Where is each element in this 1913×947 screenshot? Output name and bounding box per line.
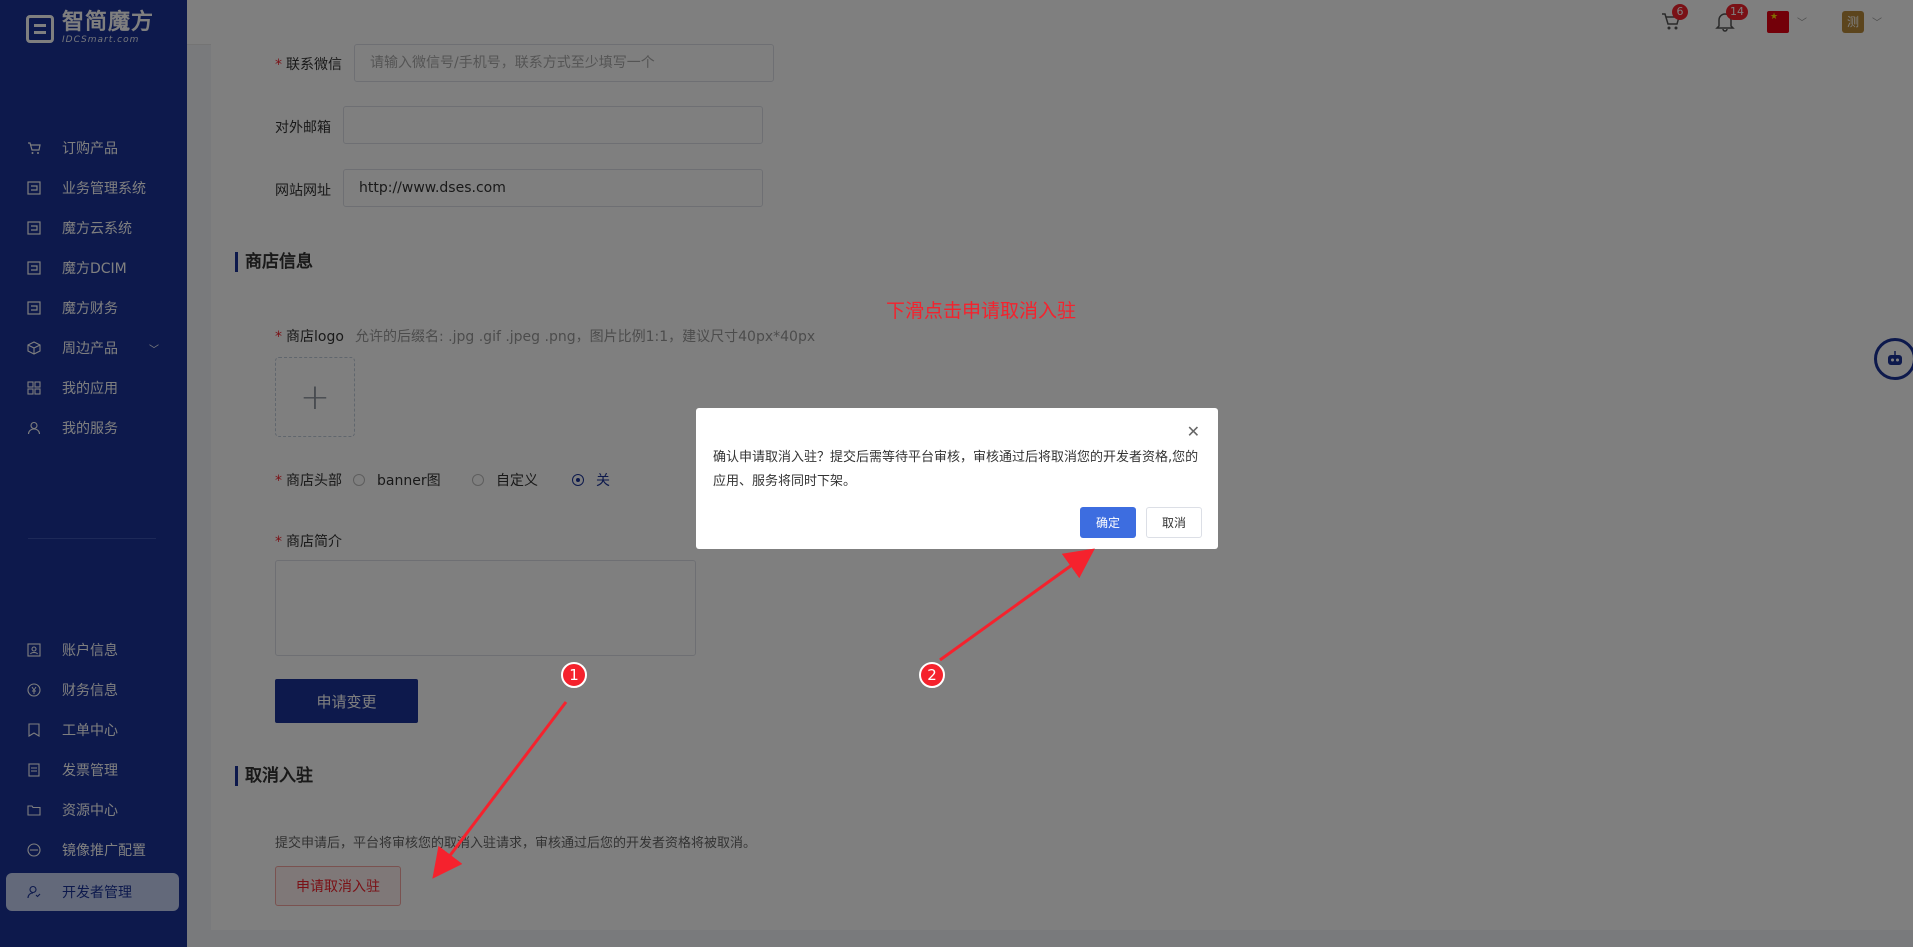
confirm-dialog: ✕ 确认申请取消入驻？提交后需等待平台审核，审核通过后将取消您的开发者资格,您的… [696, 408, 1218, 549]
confirm-message: 确认申请取消入驻？提交后需等待平台审核，审核通过后将取消您的开发者资格,您的应用… [713, 450, 1199, 489]
close-icon[interactable]: ✕ [1187, 422, 1200, 441]
annotation-note: 下滑点击申请取消入驻 [886, 300, 1077, 322]
step-2-marker: 2 [919, 662, 945, 688]
cancel-button[interactable]: 取消 [1146, 507, 1202, 538]
step-1-marker: 1 [561, 662, 587, 688]
confirm-button[interactable]: 确定 [1080, 507, 1136, 538]
